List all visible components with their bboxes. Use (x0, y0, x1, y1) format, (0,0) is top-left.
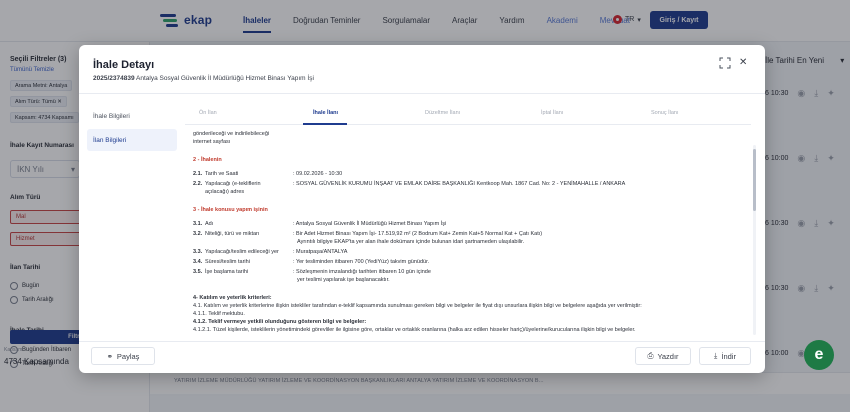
expand-icon[interactable] (719, 57, 731, 69)
share-label: Paylaş (116, 351, 140, 361)
tab-ihale-ilani[interactable]: İhale İlanı (313, 110, 338, 116)
tab-duzeltme-ilani[interactable]: Düzeltme İlanı (425, 110, 460, 116)
item-number: 3.4. (193, 259, 203, 265)
content-line: 4.1.1. Teklif mektubu. (193, 311, 245, 317)
item-value: : 09.02.2026 - 10:30 (293, 171, 343, 177)
item-value: : Bir Adet Hizmet Binası Yapım İşi- 17.5… (293, 231, 543, 237)
item-value: : Muratpaşa/ANTALYA (293, 249, 348, 255)
side-item-ilan-bilgileri[interactable]: İlan Bilgileri (87, 129, 177, 151)
item-label: Yapılacağı/teslim edileceği yer (205, 249, 279, 255)
tender-subject: Antalya Sosyal Güvenlik İl Müdürlüğü Hiz… (136, 75, 314, 82)
print-button[interactable]: ⎙ Yazdır (635, 347, 691, 365)
section-title: 3 - İhale konusu yapım işinin (193, 207, 268, 213)
print-label: Yazdır (657, 351, 679, 361)
modal-title: İhale Detayı (93, 59, 155, 71)
divider (79, 93, 765, 94)
link-icon: ⚭ (106, 351, 113, 361)
item-value: : Sözleşmenin imzalandığı tarihten itiba… (293, 269, 431, 275)
item-number: 3.1. (193, 221, 203, 227)
modal-side-nav: İhale Bilgileri İlan Bilgileri (87, 105, 177, 153)
content-scrollbar-thumb[interactable] (753, 149, 756, 211)
item-value: : Yer tesliminden itibaren 700 (YediYüz)… (293, 259, 430, 265)
download-button[interactable]: ⤓ İndir (699, 347, 751, 365)
tab-sonuc-ilani[interactable]: Sonuç İlanı (651, 110, 679, 116)
content-line: gönderileceği ve indirilebileceği (193, 131, 270, 137)
divider (79, 341, 765, 342)
item-label: Tarih ve Saati (205, 171, 239, 177)
item-label: Adı (205, 221, 214, 227)
item-number: 3.3. (193, 249, 203, 255)
item-number: 3.2. (193, 231, 203, 237)
modal-subtitle: 2025/2374839 Antalya Sosyal Güvenlik İl … (93, 75, 314, 82)
item-value: Ayrıntılı bilgiye EKAP'ta yer alan ihale… (297, 239, 525, 245)
ilan-tabs: Ön İlan İhale İlanı Düzeltme İlanı İptal… (185, 107, 751, 125)
content-line: 4.1. Katılım ve yeterlik kriterlerine il… (193, 303, 642, 309)
content-line: 4.1.2.1. Tüzel kişilerde, isteklilerin y… (193, 327, 636, 333)
item-label: İşe başlama tarihi (205, 269, 249, 275)
ilan-content: gönderileceği ve indirilebileceği intern… (193, 131, 749, 337)
download-label: İndir (721, 351, 736, 361)
item-number: 2.2. (193, 181, 203, 187)
item-value: : SOSYAL GÜVENLİK KURUMU İNŞAAT VE EMLAK… (293, 181, 626, 187)
section-title: 4- Katılım ve yeterlik kriterleri: (193, 295, 272, 301)
tab-on-ilan[interactable]: Ön İlan (199, 110, 217, 116)
tab-iptal-ilani[interactable]: İptal İlanı (541, 110, 563, 116)
item-value: : Antalya Sosyal Güvenlik İl Müdürlüğü H… (293, 221, 447, 227)
item-value: yer teslimi yapılarak işe başlanacaktır. (297, 277, 390, 283)
item-label: Süresi/teslim tarihi (205, 259, 250, 265)
side-item-ihale-bilgileri[interactable]: İhale Bilgileri (87, 105, 177, 127)
content-line: internet sayfası (193, 139, 231, 145)
tender-ikn: 2025/2374839 (93, 75, 135, 82)
item-label: Yapılacağı (e-tekliflerin (205, 181, 261, 187)
active-tab-underline (303, 123, 347, 125)
section-title: 2 - İhalenin (193, 157, 222, 163)
item-number: 3.5. (193, 269, 203, 275)
printer-icon: ⎙ (647, 351, 654, 360)
item-label: açılacağı) adres (205, 189, 245, 195)
item-number: 2.1. (193, 171, 203, 177)
ekap-assistant-button[interactable]: e (804, 340, 834, 370)
tender-detail-modal: İhale Detayı 2025/2374839 Antalya Sosyal… (79, 45, 765, 373)
item-label: Niteliği, türü ve miktarı (205, 231, 260, 237)
close-icon[interactable]: ✕ (739, 57, 747, 68)
content-line: 4.1.2. Teklif vermeye yetkili olunduğunu… (193, 319, 367, 325)
share-button[interactable]: ⚭ Paylaş (91, 347, 155, 365)
download-icon: ⤓ (714, 351, 718, 360)
